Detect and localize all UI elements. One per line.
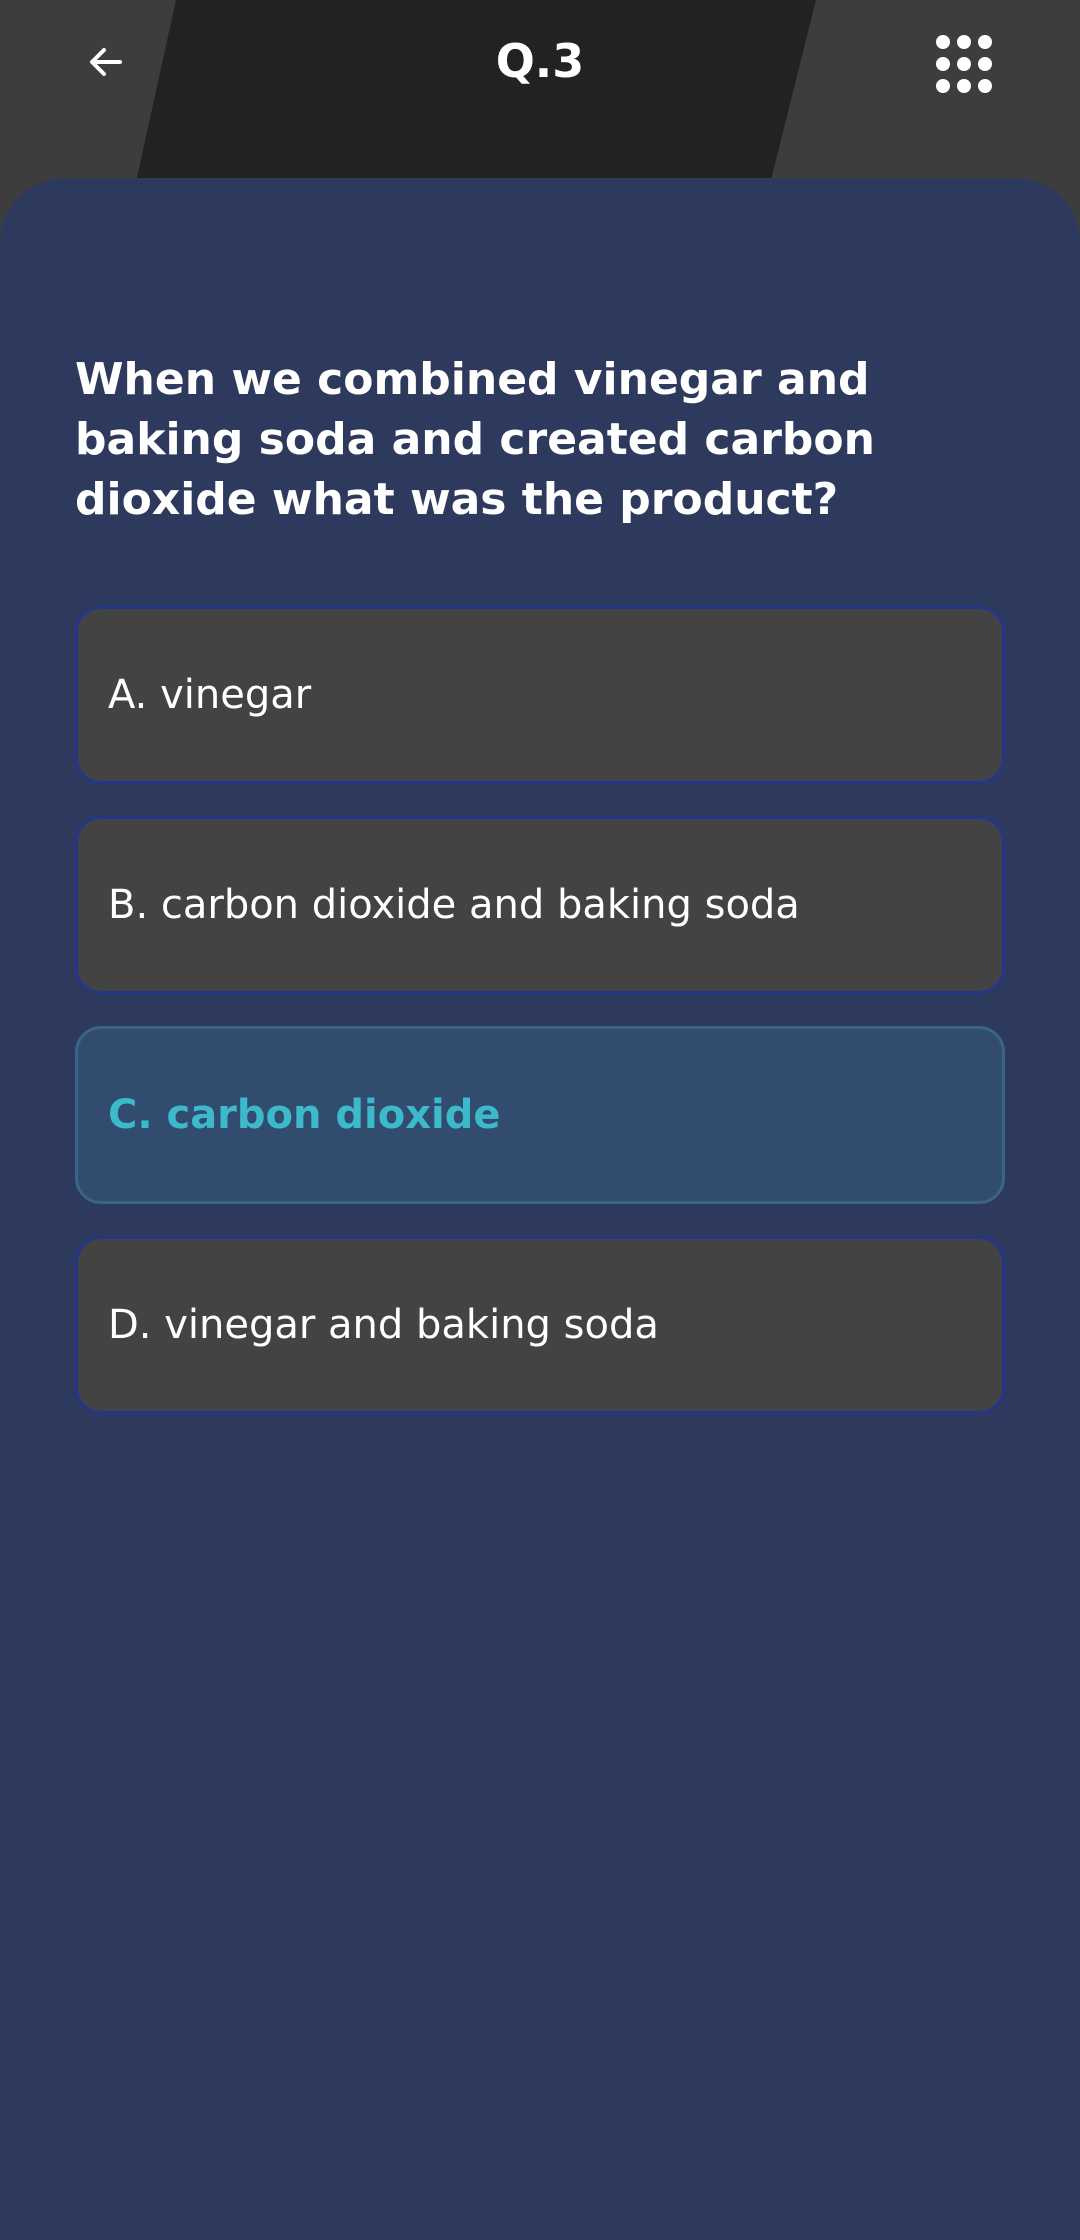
option-c-label: C. carbon dioxide bbox=[108, 1092, 501, 1138]
question-text: When we combined vinegar and baking soda… bbox=[75, 354, 875, 525]
back-button[interactable] bbox=[74, 30, 138, 94]
option-b-label: B. carbon dioxide and baking soda bbox=[108, 882, 800, 928]
arrow-left-icon bbox=[90, 48, 122, 76]
option-a[interactable]: A. vinegar bbox=[75, 606, 1005, 784]
option-d[interactable]: D. vinegar and baking soda bbox=[75, 1236, 1005, 1414]
option-d-label: D. vinegar and baking soda bbox=[108, 1302, 659, 1348]
option-a-label: A. vinegar bbox=[108, 672, 312, 718]
question-grid-button[interactable] bbox=[928, 30, 1000, 102]
question-number: Q.3 bbox=[495, 34, 585, 88]
option-b[interactable]: B. carbon dioxide and baking soda bbox=[75, 816, 1005, 994]
option-c[interactable]: C. carbon dioxide bbox=[75, 1026, 1005, 1204]
grid-dots-icon bbox=[936, 35, 992, 93]
